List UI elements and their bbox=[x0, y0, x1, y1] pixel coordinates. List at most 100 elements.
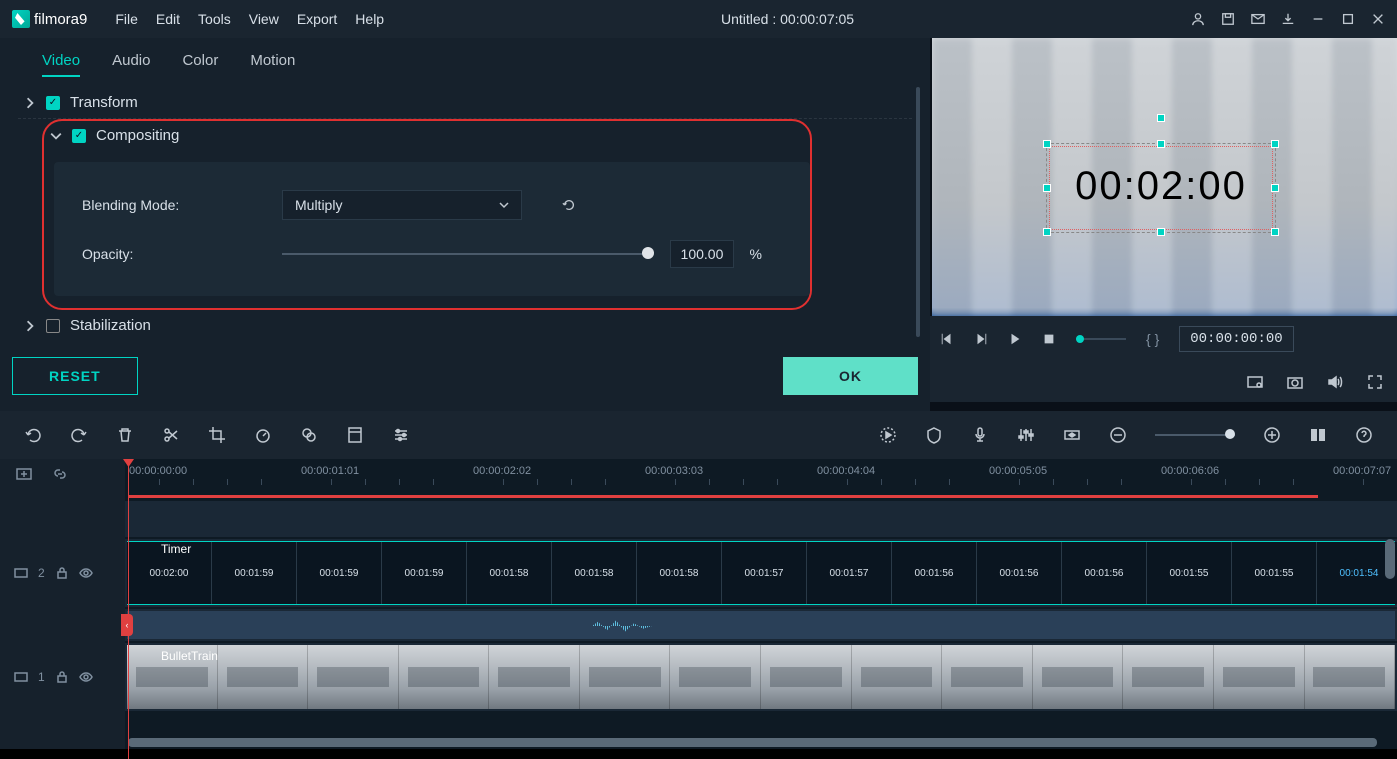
marker-icon[interactable] bbox=[925, 426, 943, 444]
audio-clip[interactable] bbox=[127, 611, 1395, 639]
visibility-icon[interactable] bbox=[79, 670, 93, 684]
adjust-icon[interactable] bbox=[392, 426, 410, 444]
rotate-handle[interactable] bbox=[1157, 114, 1165, 122]
resize-handle[interactable] bbox=[1157, 228, 1165, 236]
tab-motion[interactable]: Motion bbox=[250, 52, 295, 77]
message-icon[interactable] bbox=[1251, 12, 1265, 26]
menu-export[interactable]: Export bbox=[297, 11, 337, 27]
play-icon[interactable] bbox=[1008, 332, 1022, 346]
snapshot-icon[interactable] bbox=[1287, 374, 1303, 390]
compositing-highlight: ✓ Compositing Blending Mode: Multiply Op… bbox=[42, 119, 812, 310]
color-icon[interactable] bbox=[300, 426, 318, 444]
timeline-hscroll[interactable] bbox=[128, 738, 1377, 747]
section-transform[interactable]: ✓ Transform bbox=[18, 87, 912, 119]
tab-color[interactable]: Color bbox=[182, 52, 218, 77]
checkbox-transform[interactable]: ✓ bbox=[46, 96, 60, 110]
timeline-vscroll[interactable] bbox=[1385, 539, 1395, 579]
opacity-slider[interactable] bbox=[282, 253, 654, 255]
close-icon[interactable] bbox=[1371, 12, 1385, 26]
preview-monitor[interactable]: 00:02:00 bbox=[932, 38, 1397, 316]
zoom-slider[interactable] bbox=[1155, 434, 1235, 436]
tab-video[interactable]: Video bbox=[42, 52, 80, 77]
ruler-tick: 00:00:00:00 bbox=[129, 465, 187, 477]
clip-timer[interactable]: Timer 00:02:0000:01:5900:01:5900:01:5900… bbox=[127, 541, 1395, 605]
zoom-in-icon[interactable] bbox=[1263, 426, 1281, 444]
resize-handle[interactable] bbox=[1043, 184, 1051, 192]
lock-icon[interactable] bbox=[55, 670, 69, 684]
resize-handle[interactable] bbox=[1271, 228, 1279, 236]
prev-frame-icon[interactable] bbox=[940, 332, 954, 346]
timer-frame: 00:01:56 bbox=[1062, 542, 1147, 604]
minimize-icon[interactable] bbox=[1311, 12, 1325, 26]
delete-icon[interactable] bbox=[116, 426, 134, 444]
quality-icon[interactable] bbox=[1247, 374, 1263, 390]
record-voiceover-icon[interactable] bbox=[971, 426, 989, 444]
fullscreen-icon[interactable] bbox=[1367, 374, 1383, 390]
undo-icon[interactable] bbox=[24, 426, 42, 444]
split-icon[interactable] bbox=[162, 426, 180, 444]
playback-controls: { } 00:00:00:00 bbox=[930, 316, 1397, 362]
scrollbar[interactable] bbox=[916, 87, 920, 337]
reset-blending-icon[interactable] bbox=[562, 198, 576, 212]
redo-icon[interactable] bbox=[70, 426, 88, 444]
slider-thumb[interactable] bbox=[642, 247, 654, 259]
crop-icon[interactable] bbox=[208, 426, 226, 444]
checkbox-compositing[interactable]: ✓ bbox=[72, 129, 86, 143]
ruler-tick: 00:00:01:01 bbox=[301, 465, 359, 477]
playback-scrubber[interactable] bbox=[1076, 338, 1126, 340]
timeline-toolbar bbox=[0, 411, 1397, 459]
add-track-icon[interactable] bbox=[16, 466, 32, 482]
resize-handle[interactable] bbox=[1271, 184, 1279, 192]
tab-audio[interactable]: Audio bbox=[112, 52, 150, 77]
ripple-handle[interactable]: ‹ bbox=[121, 614, 133, 636]
timer-frame: 00:01:58 bbox=[637, 542, 722, 604]
stop-icon[interactable] bbox=[1042, 332, 1056, 346]
blending-mode-select[interactable]: Multiply bbox=[282, 190, 522, 220]
save-icon[interactable] bbox=[1221, 12, 1235, 26]
menu-edit[interactable]: Edit bbox=[156, 11, 180, 27]
chevron-right-icon[interactable] bbox=[24, 320, 36, 332]
timeline-ruler[interactable]: 00:00:00:0000:00:01:0100:00:02:0200:00:0… bbox=[125, 459, 1397, 489]
chevron-right-icon[interactable] bbox=[24, 97, 36, 109]
section-stabilization[interactable]: Stabilization bbox=[18, 310, 912, 341]
menu-file[interactable]: File bbox=[115, 11, 138, 27]
resize-handle[interactable] bbox=[1271, 140, 1279, 148]
keyframe-icon[interactable] bbox=[1063, 426, 1081, 444]
timer-frame: 00:01:58 bbox=[552, 542, 637, 604]
chevron-down-icon bbox=[499, 200, 509, 210]
volume-icon[interactable] bbox=[1327, 374, 1343, 390]
menu-view[interactable]: View bbox=[249, 11, 279, 27]
speed-icon[interactable] bbox=[254, 426, 272, 444]
zoom-fit-icon[interactable] bbox=[1309, 426, 1327, 444]
text-overlay-selection[interactable]: 00:02:00 bbox=[1046, 143, 1276, 233]
track-pip: 2 Timer 00:02:0000:01:5900:01:5900:01:59… bbox=[0, 539, 1397, 607]
next-frame-icon[interactable] bbox=[974, 332, 988, 346]
ok-button[interactable]: OK bbox=[783, 357, 918, 395]
visibility-icon[interactable] bbox=[79, 566, 93, 580]
mixer-icon[interactable] bbox=[1017, 426, 1035, 444]
menu-tools[interactable]: Tools bbox=[198, 11, 231, 27]
clip-bullet-train[interactable]: BulletTrain bbox=[127, 645, 1395, 709]
render-icon[interactable] bbox=[879, 426, 897, 444]
chevron-down-icon[interactable] bbox=[50, 130, 62, 142]
menu-help[interactable]: Help bbox=[355, 11, 384, 27]
in-out-markers[interactable]: { } bbox=[1146, 331, 1159, 347]
help-icon[interactable] bbox=[1355, 426, 1373, 444]
section-compositing[interactable]: ✓ Compositing bbox=[44, 121, 810, 150]
maximize-icon[interactable] bbox=[1341, 12, 1355, 26]
link-icon[interactable] bbox=[52, 466, 68, 482]
resize-handle[interactable] bbox=[1157, 140, 1165, 148]
reset-button[interactable]: RESET bbox=[12, 357, 138, 395]
lock-icon[interactable] bbox=[55, 566, 69, 580]
playhead[interactable] bbox=[128, 459, 129, 759]
account-icon[interactable] bbox=[1191, 12, 1205, 26]
opacity-input[interactable]: 100.00 bbox=[670, 240, 734, 268]
checkbox-stabilization[interactable] bbox=[46, 319, 60, 333]
work-range[interactable] bbox=[128, 495, 1318, 498]
download-icon[interactable] bbox=[1281, 12, 1295, 26]
green-screen-icon[interactable] bbox=[346, 426, 364, 444]
resize-handle[interactable] bbox=[1043, 228, 1051, 236]
zoom-out-icon[interactable] bbox=[1109, 426, 1127, 444]
timer-frame: 00:01:57 bbox=[807, 542, 892, 604]
resize-handle[interactable] bbox=[1043, 140, 1051, 148]
